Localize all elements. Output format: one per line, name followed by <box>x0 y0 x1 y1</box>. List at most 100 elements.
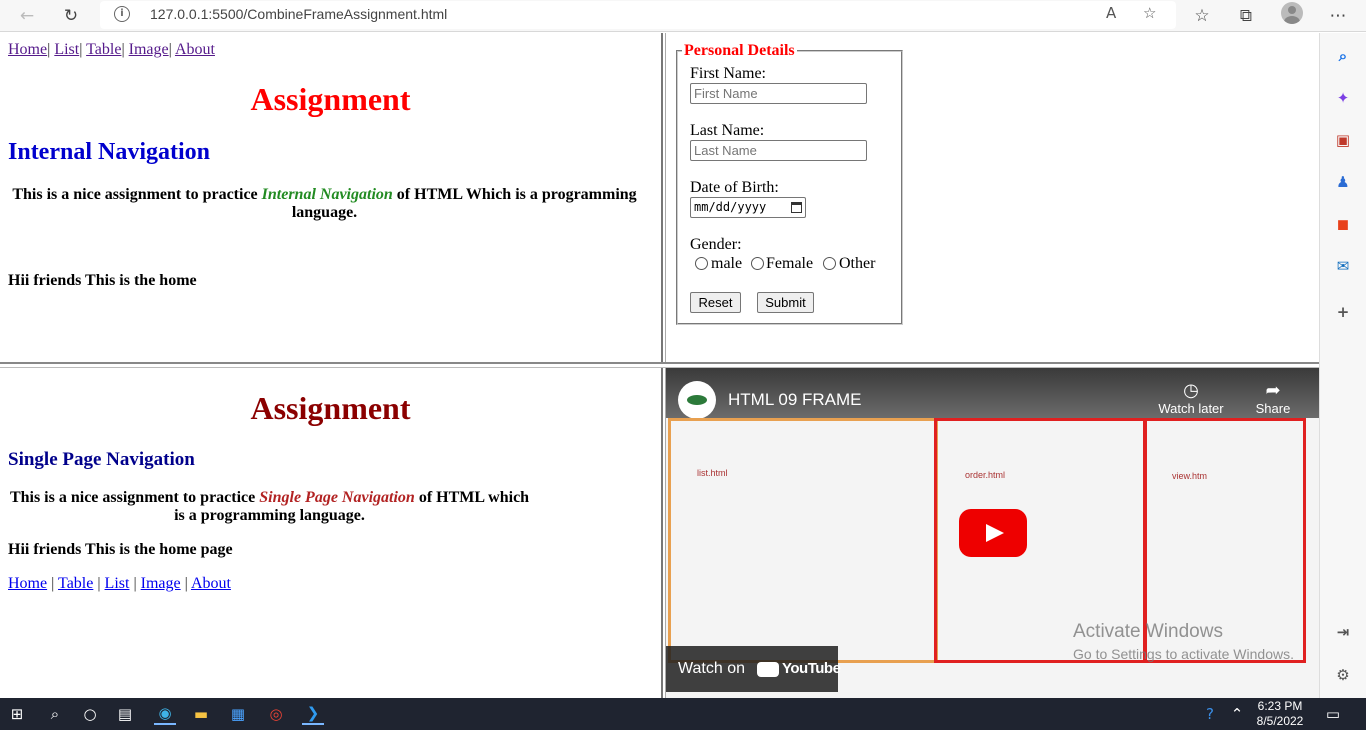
calendar-icon[interactable] <box>791 202 802 213</box>
home-page-text: Hii friends This is the home page <box>8 541 233 558</box>
channel-logo[interactable] <box>678 381 716 419</box>
nav-link-list[interactable]: List <box>105 575 130 592</box>
first-name-field[interactable]: First Name <box>690 83 867 104</box>
info-icon[interactable]: i <box>114 6 130 22</box>
games-icon[interactable]: ♟ <box>1332 171 1354 193</box>
dob-value: mm/dd/yyyy <box>694 200 767 214</box>
radio-female[interactable] <box>751 257 764 270</box>
reset-button[interactable]: Reset <box>690 292 741 313</box>
share-button[interactable]: ➦ Share <box>1243 380 1303 416</box>
frame-label: order.html <box>965 470 1006 480</box>
para-text: This is a nice assignment to practice <box>9 489 260 506</box>
watch-on-label: Watch on <box>678 660 745 677</box>
address-bar[interactable]: i 127.0.0.1:5500/CombineFrameAssignment.… <box>100 1 1176 29</box>
store-icon[interactable]: ▦ <box>227 703 249 725</box>
browser-toolbar: ← ↻ i 127.0.0.1:5500/CombineFrameAssignm… <box>0 0 1366 32</box>
frame-label: list.html <box>697 468 728 478</box>
nav-link-home[interactable]: Home <box>8 41 47 58</box>
frame-top-left: Home| List| Table| Image| About Assignme… <box>0 33 661 362</box>
activate-windows-subtitle: Go to Settings to activate Windows. <box>1073 646 1294 662</box>
radio-male-label: male <box>711 255 743 272</box>
frame-splitter-horizontal[interactable] <box>0 362 1319 368</box>
nav-link-table[interactable]: Table <box>58 575 93 592</box>
help-icon[interactable]: ? <box>1199 703 1221 725</box>
office-icon[interactable]: ◼ <box>1332 213 1354 235</box>
first-name-label: First Name: <box>690 65 766 82</box>
clock-icon: ◷ <box>1183 380 1199 400</box>
frame-bottom-left: Assignment Single Page Navigation This i… <box>0 368 661 698</box>
section-heading: Internal Navigation <box>8 139 211 165</box>
section-heading: Single Page Navigation <box>8 449 195 470</box>
submit-button[interactable]: Submit <box>757 292 814 313</box>
copilot-icon[interactable]: ✦ <box>1332 87 1354 109</box>
search-icon[interactable]: ⌕ <box>44 703 66 725</box>
dob-field[interactable]: mm/dd/yyyy <box>690 197 806 218</box>
vscode-icon[interactable]: ❯ <box>302 703 324 725</box>
read-aloud-icon[interactable]: A <box>1106 4 1116 22</box>
nav-link-image[interactable]: Image <box>141 575 181 592</box>
dob-label: Date of Birth: <box>690 179 779 196</box>
share-icon: ➦ <box>1265 380 1281 400</box>
clock-date: 8/5/2022 <box>1256 714 1304 728</box>
last-name-label: Last Name: <box>690 122 765 139</box>
youtube-logo-icon <box>757 662 779 677</box>
task-view-icon[interactable]: ▤ <box>114 703 136 725</box>
frame-label: view.htm <box>1172 471 1208 481</box>
shopping-icon[interactable]: ▣ <box>1332 129 1354 151</box>
watch-later-button[interactable]: ◷ Watch later <box>1156 380 1226 416</box>
radio-male[interactable] <box>695 257 708 270</box>
youtube-wordmark: YouTube <box>782 660 841 677</box>
windows-start-icon[interactable]: ⊞ <box>6 703 28 725</box>
collections-icon[interactable]: ⧉ <box>1233 3 1259 29</box>
nav-link-table[interactable]: Table <box>86 41 121 58</box>
search-icon[interactable]: ⌕ <box>1332 45 1354 67</box>
add-icon[interactable]: + <box>1332 301 1354 323</box>
nav-link-list[interactable]: List <box>54 41 79 58</box>
nav-link-about[interactable]: About <box>191 575 231 592</box>
refresh-icon[interactable]: ↻ <box>58 3 84 29</box>
tray-chevron-up-icon[interactable]: ⌃ <box>1226 703 1248 725</box>
para-emphasis: Single Page Navigation <box>259 489 415 506</box>
home-text: Hii friends This is the home <box>8 272 197 289</box>
cortana-icon[interactable]: ○ <box>79 703 101 725</box>
play-button[interactable] <box>959 509 1027 557</box>
para-text: This is a nice assignment to practice <box>12 186 262 203</box>
edge-browser-icon[interactable]: ◉ <box>154 703 176 725</box>
nav-link-image[interactable]: Image <box>129 41 169 58</box>
frame-box <box>668 418 938 663</box>
nav-link-home[interactable]: Home <box>8 575 47 592</box>
watch-later-label: Watch later <box>1158 401 1224 416</box>
nav-link-about[interactable]: About <box>175 41 215 58</box>
top-nav: Home| List| Table| Image| About <box>8 41 215 58</box>
activate-windows-title: Activate Windows <box>1073 621 1223 642</box>
watch-on-youtube-button[interactable]: Watch on YouTube <box>666 646 841 692</box>
intro-paragraph: This is a nice assignment to practice In… <box>8 186 641 222</box>
add-favorite-icon[interactable]: ☆ <box>1143 4 1156 22</box>
para-emphasis: Internal Navigation <box>261 186 393 203</box>
windows-taskbar: ⊞ ⌕ ○ ▤ ◉ ▬ ▦ ◎ ❯ ? ⌃ 6:23 PM 8/5/2022 ▭ <box>0 698 1366 730</box>
page-title: Assignment <box>250 81 411 117</box>
back-arrow-icon[interactable]: ← <box>14 3 40 29</box>
notifications-icon[interactable]: ▭ <box>1322 703 1344 725</box>
more-menu-icon[interactable]: ⋯ <box>1325 3 1351 29</box>
frame-top-right: Personal Details First Name: First Name … <box>666 33 1319 362</box>
favorites-icon[interactable]: ☆ <box>1189 3 1215 29</box>
file-explorer-icon[interactable]: ▬ <box>190 703 212 725</box>
video-title[interactable]: HTML 09 FRAME <box>728 390 862 410</box>
page-title: Assignment <box>250 390 411 426</box>
radio-other[interactable] <box>823 257 836 270</box>
hide-sidebar-icon[interactable]: ⇥ <box>1332 621 1354 643</box>
radio-female-label: Female <box>766 255 814 272</box>
gender-label: Gender: <box>690 236 742 253</box>
chrome-icon[interactable]: ◎ <box>265 703 287 725</box>
taskbar-clock[interactable]: 6:23 PM 8/5/2022 <box>1250 699 1310 729</box>
outlook-icon[interactable]: ✉ <box>1332 255 1354 277</box>
video-player[interactable]: HTML 09 FRAME ◷ Watch later ➦ Share list… <box>666 368 1319 698</box>
last-name-field[interactable]: Last Name <box>690 140 867 161</box>
intro-paragraph: This is a nice assignment to practice Si… <box>8 489 531 525</box>
edge-sidebar: ⌕ ✦ ▣ ♟ ◼ ✉ + ⇥ ⚙ <box>1319 33 1366 698</box>
profile-avatar[interactable] <box>1281 2 1303 24</box>
settings-gear-icon[interactable]: ⚙ <box>1332 664 1354 686</box>
share-label: Share <box>1255 401 1291 416</box>
radio-other-label: Other <box>839 255 876 272</box>
